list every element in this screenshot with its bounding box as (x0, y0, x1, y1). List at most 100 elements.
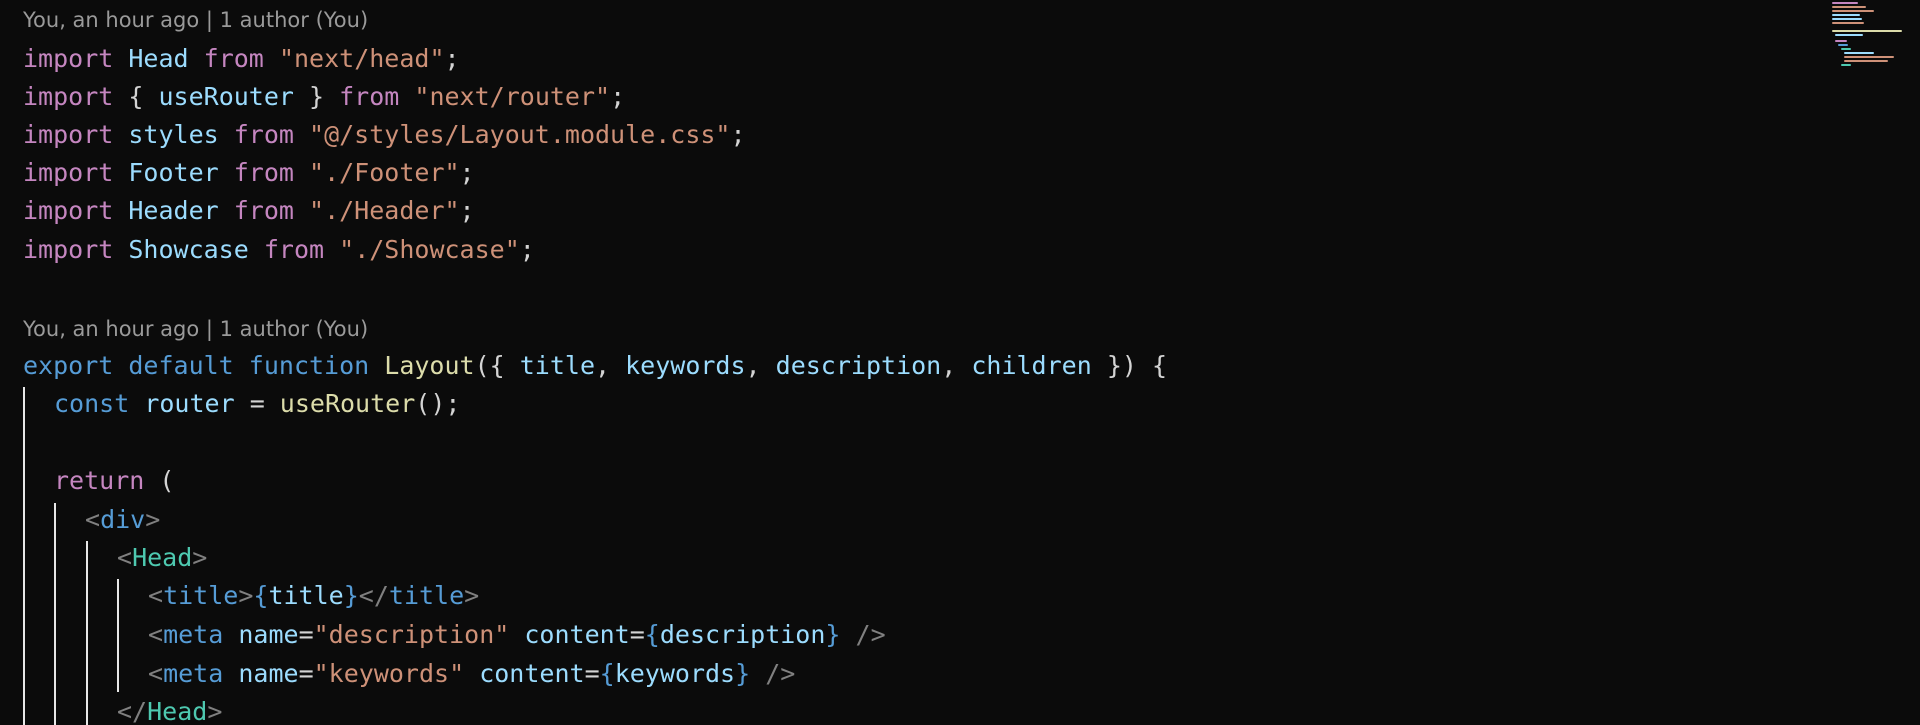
token: } (343, 581, 359, 610)
minimap-line (1844, 60, 1888, 62)
token: from (339, 82, 400, 111)
token: < (85, 505, 101, 534)
token: = (298, 620, 314, 649)
code-line-14: <meta name="keywords" content={keywords}… (148, 655, 795, 693)
token: = (584, 659, 600, 688)
token: Head (132, 543, 193, 572)
token: = (234, 389, 280, 418)
token: keywords (625, 351, 746, 380)
codelens-blame[interactable]: You, an hour ago | 1 author (You) (23, 314, 368, 344)
token: "@/styles/Layout.module.css" (309, 120, 731, 149)
code-line-5: import Header from "./Header"; (23, 192, 475, 230)
token: name (238, 620, 299, 649)
token: title (519, 351, 596, 380)
token: </ (358, 581, 389, 610)
token: from (263, 235, 325, 264)
token: } (825, 620, 841, 649)
token: < (148, 620, 164, 649)
token: children (971, 351, 1092, 380)
token: = (629, 620, 645, 649)
indent-guide (117, 579, 119, 692)
token: import (23, 196, 114, 225)
minimap-line (1844, 56, 1894, 58)
token: /> (750, 659, 796, 688)
token: import (23, 120, 114, 149)
token: ; (459, 158, 475, 187)
token: { (128, 82, 159, 111)
token: "keywords" (313, 659, 465, 688)
token: from (233, 196, 294, 225)
token: from (233, 120, 294, 149)
token: useRouter (279, 389, 416, 418)
token: content (479, 659, 585, 688)
code-editor[interactable]: You, an hour ago | 1 author (You) import… (0, 0, 1820, 725)
token: function (248, 351, 370, 380)
token: name (238, 659, 299, 688)
token: content (524, 620, 630, 649)
code-line-1: import Head from "next/head"; (23, 40, 460, 78)
token: default (128, 351, 234, 380)
token: title (388, 581, 465, 610)
token: = (298, 659, 314, 688)
minimap-line (1832, 10, 1874, 12)
minimap-line (1832, 6, 1866, 8)
token: , (595, 351, 626, 380)
token: router (144, 389, 235, 418)
token: export (23, 351, 114, 380)
token: title (163, 581, 239, 610)
minimap-line (1838, 44, 1848, 46)
code-line-9: return ( (54, 462, 174, 500)
token: div (100, 505, 146, 534)
token: < (117, 543, 133, 572)
token: > (145, 505, 161, 534)
token: /> (840, 620, 886, 649)
token: meta (163, 620, 224, 649)
token: , (745, 351, 776, 380)
code-line-3: import styles from "@/styles/Layout.modu… (23, 116, 746, 154)
token: Footer (128, 158, 219, 187)
indent-guide (23, 387, 25, 725)
token: from (233, 158, 294, 187)
token: Head (128, 44, 189, 73)
minimap-line (1841, 64, 1851, 66)
token: } (735, 659, 751, 688)
token: < (148, 581, 164, 610)
token: { (644, 620, 660, 649)
codelens-blame[interactable]: You, an hour ago | 1 author (You) (23, 5, 368, 35)
token: from (203, 44, 264, 73)
token: > (464, 581, 480, 610)
token: ; (610, 82, 626, 111)
token: styles (128, 120, 219, 149)
code-line-11: <Head> (117, 539, 207, 577)
code-line-2: import { useRouter } from "next/router"; (23, 78, 625, 116)
token: { (599, 659, 615, 688)
minimap-line (1832, 18, 1862, 20)
token: Header (128, 196, 219, 225)
token: import (23, 44, 114, 73)
token: "description" (313, 620, 510, 649)
token: useRouter (158, 82, 294, 111)
token: (); (415, 389, 461, 418)
token: "./Showcase" (339, 235, 520, 264)
token: ; (444, 44, 460, 73)
minimap-line (1835, 34, 1863, 36)
code-line-13: <meta name="description" content={descri… (148, 616, 886, 654)
token: description (659, 620, 826, 649)
token: "next/router" (414, 82, 611, 111)
indent-guide (86, 541, 88, 725)
token: { (253, 581, 269, 610)
minimap-line (1832, 30, 1902, 32)
code-line-6: import Showcase from "./Showcase"; (23, 231, 535, 269)
token: } (293, 82, 325, 111)
minimap[interactable] (1830, 0, 1920, 80)
token: Head (147, 697, 208, 725)
token: }) { (1091, 351, 1168, 380)
token: meta (163, 659, 224, 688)
minimap-line (1835, 40, 1847, 42)
token: ({ (474, 351, 520, 380)
token: > (207, 697, 223, 725)
token: ; (519, 235, 535, 264)
token: import (23, 158, 114, 187)
code-line-12: <title>{title}</title> (148, 577, 479, 615)
token: return (54, 466, 145, 495)
